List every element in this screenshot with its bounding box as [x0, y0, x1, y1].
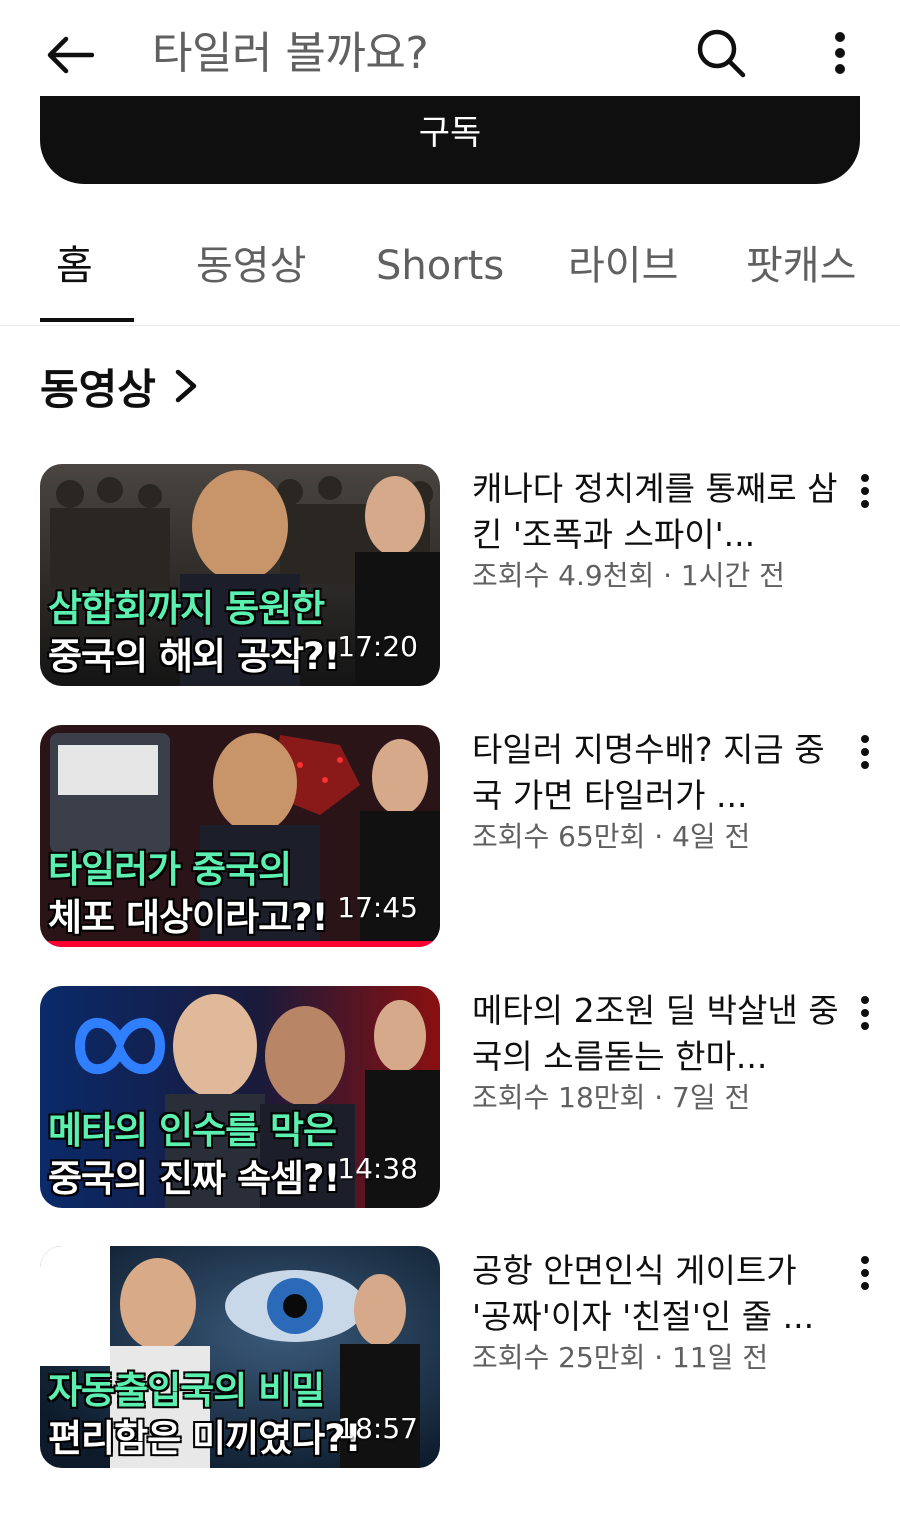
- tab-videos[interactable]: 동영상: [196, 238, 306, 294]
- watch-progress-bar: [40, 941, 440, 947]
- video-list-item[interactable]: 삼합회까지 동원한 중국의 해외 공작?! 17:20 캐나다 정치계를 통째로…: [40, 464, 880, 686]
- videos-section-header[interactable]: 동영상: [40, 356, 202, 416]
- video-duration: 17:20: [337, 630, 418, 663]
- video-duration: 18:57: [337, 1412, 418, 1445]
- thumbnail-caption-line1: 자동출입국의 비밀: [48, 1369, 325, 1412]
- channel-tabs: 홈 동영상 Shorts 라이브 팟캐스: [0, 218, 900, 326]
- section-title: 동영상: [40, 364, 156, 414]
- video-thumbnail[interactable]: 타일러가 중국의 체포 대상이라고?! 17:45: [40, 725, 440, 947]
- active-tab-indicator: [40, 318, 134, 322]
- back-button[interactable]: [36, 22, 102, 88]
- video-title[interactable]: 캐나다 정치계를 통째로 삼킨 '조폭과 스파이'...: [472, 466, 842, 558]
- subscribe-button[interactable]: 구독: [40, 96, 860, 184]
- video-title[interactable]: 메타의 2조원 딜 박살낸 중국의 소름돋는 한마...: [472, 988, 842, 1080]
- video-stats: 조회수 18만회 · 7일 전: [472, 1081, 751, 1114]
- tab-home[interactable]: 홈: [56, 238, 93, 294]
- thumbnail-caption-line2: 체포 대상이라고?!: [48, 896, 328, 939]
- thumbnail-caption-line2: 중국의 해외 공작?!: [48, 635, 340, 678]
- video-options-button[interactable]: [852, 990, 878, 1036]
- top-app-bar: 타일러 볼까요?: [0, 0, 900, 108]
- video-meta: 타일러 지명수배? 지금 중국 가면 타일러가 ... 조회수 65만회 · 4…: [472, 727, 842, 857]
- video-meta: 메타의 2조원 딜 박살낸 중국의 소름돋는 한마... 조회수 18만회 · …: [472, 988, 842, 1118]
- video-title[interactable]: 타일러 지명수배? 지금 중국 가면 타일러가 ...: [472, 727, 842, 819]
- video-duration: 17:45: [337, 891, 418, 924]
- video-thumbnail[interactable]: 삼합회까지 동원한 중국의 해외 공작?! 17:20: [40, 464, 440, 686]
- video-meta: 공항 안면인식 게이트가 '공짜'이자 '친절'인 줄 ... 조회수 25만회…: [472, 1248, 842, 1378]
- video-options-button[interactable]: [852, 729, 878, 775]
- thumbnail-caption-line1: 삼합회까지 동원한: [48, 587, 325, 630]
- video-title[interactable]: 공항 안면인식 게이트가 '공짜'이자 '친절'인 줄 ...: [472, 1248, 842, 1340]
- search-button[interactable]: [686, 18, 756, 88]
- more-vertical-icon: [835, 32, 845, 74]
- video-list-item[interactable]: 메타의 인수를 막은 중국의 진짜 속셈?! 14:38 메타의 2조원 딜 박…: [40, 986, 880, 1208]
- more-vertical-icon: [861, 1256, 869, 1290]
- search-query-text[interactable]: 타일러 볼까요?: [152, 24, 429, 84]
- video-stats: 조회수 4.9천회 · 1시간 전: [472, 559, 785, 592]
- tab-shorts[interactable]: Shorts: [376, 238, 504, 294]
- video-list-item[interactable]: 자동출입국의 비밀 편리함은 미끼였다?! 18:57 공항 안면인식 게이트가…: [40, 1246, 880, 1468]
- arrow-left-icon: [47, 36, 94, 74]
- video-options-button[interactable]: [852, 1250, 878, 1296]
- more-vertical-icon: [861, 474, 869, 508]
- video-thumbnail[interactable]: 자동출입국의 비밀 편리함은 미끼였다?! 18:57: [40, 1246, 440, 1468]
- thumbnail-caption-line1: 메타의 인수를 막은: [48, 1109, 337, 1152]
- video-options-button[interactable]: [852, 468, 878, 514]
- thumbnail-caption-line1: 타일러가 중국의: [48, 848, 292, 891]
- chevron-right-icon: [174, 366, 202, 406]
- video-stats: 조회수 65만회 · 4일 전: [472, 820, 751, 853]
- video-stats: 조회수 25만회 · 11일 전: [472, 1341, 769, 1374]
- more-vertical-icon: [861, 996, 869, 1030]
- thumbnail-caption-line2: 편리함은 미끼였다?!: [48, 1417, 362, 1460]
- video-meta: 캐나다 정치계를 통째로 삼킨 '조폭과 스파이'... 조회수 4.9천회 ·…: [472, 466, 842, 596]
- tab-podcasts[interactable]: 팟캐스: [746, 238, 856, 294]
- search-icon: [697, 29, 746, 78]
- video-list-item[interactable]: 타일러가 중국의 체포 대상이라고?! 17:45 타일러 지명수배? 지금 중…: [40, 725, 880, 947]
- more-options-button[interactable]: [812, 18, 868, 88]
- thumbnail-caption-line2: 중국의 진짜 속셈?!: [48, 1157, 340, 1200]
- tab-live[interactable]: 라이브: [568, 238, 678, 294]
- video-duration: 14:38: [337, 1152, 418, 1185]
- more-vertical-icon: [861, 735, 869, 769]
- video-thumbnail[interactable]: 메타의 인수를 막은 중국의 진짜 속셈?! 14:38: [40, 986, 440, 1208]
